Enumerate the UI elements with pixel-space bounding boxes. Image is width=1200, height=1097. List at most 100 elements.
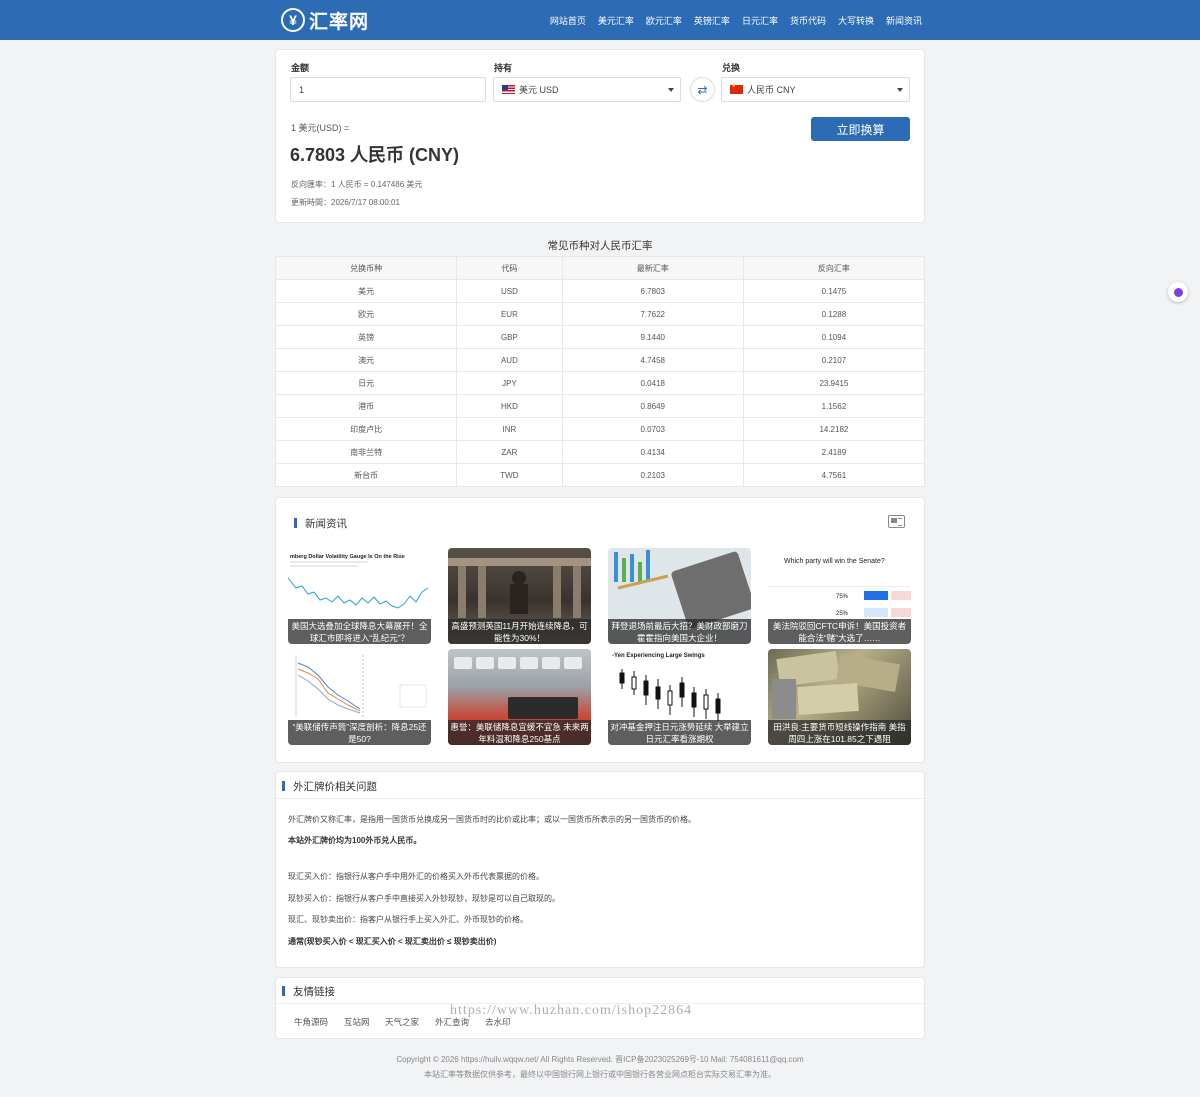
cell-currency: 英镑 bbox=[274, 325, 458, 349]
news-caption: 美国大选叠加全球降息大幕展开！全球汇市即将进入“乱纪元”？ bbox=[288, 619, 431, 644]
col-latest-rate: 最新汇率 bbox=[561, 256, 744, 280]
news-title: 新闻资讯 bbox=[305, 518, 347, 530]
cell-code: TWD bbox=[456, 463, 563, 487]
news-item[interactable]: -Yen Experiencing Large Swings 对冲基金押注日元涨… bbox=[608, 649, 751, 745]
cell-currency: 港币 bbox=[274, 394, 458, 418]
exchange-label: 兑换 bbox=[722, 63, 741, 73]
nav-usd-rate[interactable]: 美元汇率 bbox=[598, 14, 634, 27]
section-marker bbox=[294, 518, 297, 528]
table-row: 澳元 AUD 4.7458 0.2107 bbox=[274, 348, 926, 372]
table-header-row: 兑换币种 代码 最新汇率 反向汇率 bbox=[274, 256, 926, 280]
col-reverse-rate: 反向汇率 bbox=[742, 256, 926, 280]
table-row: 南非兰特 ZAR 0.4134 2.4189 bbox=[274, 440, 926, 464]
cell-code: ZAR bbox=[456, 440, 563, 464]
table-row: 日元 JPY 0.0418 23.9415 bbox=[274, 371, 926, 395]
cell-reverse: 23.9415 bbox=[742, 371, 926, 395]
cell-reverse: 1.1562 bbox=[742, 394, 926, 418]
cell-rate: 0.8649 bbox=[561, 394, 744, 418]
faq-line: 现汇买入价：指银行从客户手中用外汇的价格买入外币代表票据的价格。 bbox=[288, 872, 544, 881]
svg-text:25%: 25% bbox=[836, 611, 849, 617]
cell-code: EUR bbox=[456, 302, 563, 326]
nav-eur-rate[interactable]: 欧元汇率 bbox=[646, 14, 682, 27]
news-item[interactable]: 拜登退场前最后大招？美财政部磨刀霍霍指向美国大企业！ bbox=[608, 548, 751, 644]
faq-line: 通常(现钞买入价 < 现汇买入价 < 现汇卖出价 ≤ 现钞卖出价) bbox=[288, 937, 497, 946]
cell-rate: 6.7803 bbox=[561, 279, 744, 303]
table-row: 港币 HKD 0.8649 1.1562 bbox=[274, 394, 926, 418]
watermark-text: https://www.huzhan.com/ishop22864 bbox=[450, 1003, 693, 1018]
nav-currency-codes[interactable]: 货币代码 bbox=[790, 14, 826, 27]
cell-reverse: 0.2107 bbox=[742, 348, 926, 372]
caret-down-icon bbox=[897, 88, 903, 92]
convert-button[interactable]: 立即换算 bbox=[811, 117, 910, 141]
cell-reverse: 14.2182 bbox=[742, 417, 926, 441]
nav-gbp-rate[interactable]: 英镑汇率 bbox=[694, 14, 730, 27]
news-item[interactable]: 高盛预测英国11月开始连续降息，可能性为30%！ bbox=[448, 548, 591, 644]
cell-code: JPY bbox=[456, 371, 563, 395]
cell-code: GBP bbox=[456, 325, 563, 349]
rates-table: 兑换币种 代码 最新汇率 反向汇率 美元 USD 6.7803 0.1475 欧元 EU… bbox=[274, 256, 926, 487]
swap-icon[interactable]: ⇄ bbox=[690, 77, 715, 102]
cell-code: USD bbox=[456, 279, 563, 303]
floating-assistant-button[interactable] bbox=[1168, 282, 1188, 302]
thumb-caption-text: Which party will win the Senate? bbox=[784, 558, 885, 565]
news-caption: 美法院驳回CFTC申诉！美国投资者能合法“赌”大选了…… bbox=[768, 619, 911, 644]
table-row: 新台币 TWD 0.2103 4.7561 bbox=[274, 463, 926, 487]
top-navbar: ¥ 汇率网 网站首页 美元汇率 欧元汇率 英镑汇率 日元汇率 货币代码 大写转换… bbox=[0, 0, 1200, 40]
nav-home[interactable]: 网站首页 bbox=[550, 14, 586, 27]
news-item[interactable]: 田洪良:主要货币短线操作指南 美指周四上涨在101.85之下遇阻 bbox=[768, 649, 911, 745]
us-flag-icon bbox=[502, 85, 515, 94]
faq-title: 外汇牌价相关问题 bbox=[293, 781, 377, 793]
divider bbox=[276, 798, 924, 799]
cell-code: INR bbox=[456, 417, 563, 441]
faq-line: 现钞买入价：指银行从客户手中直接买入外钞现钞，现钞是可以自己取现的。 bbox=[288, 894, 560, 903]
cn-flag-icon bbox=[730, 82, 743, 94]
amount-input[interactable]: 1 bbox=[290, 77, 486, 102]
newspaper-icon[interactable] bbox=[888, 515, 905, 528]
cell-rate: 7.7622 bbox=[561, 302, 744, 326]
caret-down-icon bbox=[668, 88, 674, 92]
table-row: 美元 USD 6.7803 0.1475 bbox=[274, 279, 926, 303]
news-item[interactable]: 惠誉：美联储降息宜缓不宜急 未来两年料温和降息250基点 bbox=[448, 649, 591, 745]
news-caption: 对冲基金押注日元涨势延续 大举建立日元汇率看涨期权 bbox=[608, 720, 751, 745]
faq-line: 现汇、现钞卖出价：指客户从银行手上买入外汇、外币现钞的价格。 bbox=[288, 915, 528, 924]
news-item[interactable]: “美联储传声筒”深度剖析：降息25还是50? bbox=[288, 649, 431, 745]
news-item[interactable]: Which party will win the Senate? 75% 25%… bbox=[768, 548, 911, 644]
from-currency-value: 美元 USD bbox=[519, 85, 559, 95]
cell-rate: 0.0418 bbox=[561, 371, 744, 395]
cell-currency: 南非兰特 bbox=[274, 440, 458, 464]
thumb-caption-text: -Yen Experiencing Large Swings bbox=[612, 653, 705, 659]
nav-news[interactable]: 新闻资讯 bbox=[886, 14, 922, 27]
to-currency-value: 人民币 CNY bbox=[747, 85, 796, 95]
site-logo[interactable]: ¥ 汇率网 bbox=[281, 7, 369, 33]
result-value: 6.7803 人民币 (CNY) bbox=[290, 145, 460, 165]
nav-jpy-rate[interactable]: 日元汇率 bbox=[742, 14, 778, 27]
friend-link[interactable]: 互站网 bbox=[344, 1016, 370, 1028]
cell-currency: 日元 bbox=[274, 371, 458, 395]
friend-link[interactable]: 天气之家 bbox=[385, 1016, 419, 1028]
news-caption: 田洪良:主要货币短线操作指南 美指周四上涨在101.85之下遇阻 bbox=[768, 720, 911, 745]
table-row: 欧元 EUR 7.7622 0.1288 bbox=[274, 302, 926, 326]
to-currency-select[interactable]: 人民币 CNY bbox=[721, 77, 910, 102]
cell-rate: 0.2103 bbox=[561, 463, 744, 487]
col-currency: 兑换币种 bbox=[274, 256, 458, 280]
cell-currency: 美元 bbox=[274, 279, 458, 303]
footer-copyright: Copyright © 2026 https://huilv.wqqw.net/… bbox=[396, 1055, 804, 1064]
news-caption: “美联储传声筒”深度剖析：降息25还是50? bbox=[288, 720, 431, 745]
result-prefix: 1 美元(USD) = bbox=[291, 123, 350, 133]
section-marker bbox=[282, 781, 285, 791]
friend-link[interactable]: 牛角源码 bbox=[294, 1016, 328, 1028]
assistant-icon bbox=[1173, 287, 1183, 297]
rates-table-title: 常见币种对人民币汇率 bbox=[547, 240, 653, 252]
svg-text:75%: 75% bbox=[836, 594, 849, 600]
cell-currency: 澳元 bbox=[274, 348, 458, 372]
cell-currency: 新台币 bbox=[274, 463, 458, 487]
news-item[interactable]: mberg Dollar Volatility Gauge Is On the … bbox=[288, 548, 431, 644]
news-caption: 惠誉：美联储降息宜缓不宜急 未来两年料温和降息250基点 bbox=[448, 720, 591, 745]
cell-reverse: 0.1094 bbox=[742, 325, 926, 349]
from-currency-select[interactable]: 美元 USD bbox=[493, 77, 681, 102]
cell-currency: 欧元 bbox=[274, 302, 458, 326]
hold-label: 持有 bbox=[494, 63, 513, 73]
cell-rate: 4.7458 bbox=[561, 348, 744, 372]
nav-uppercase-convert[interactable]: 大写转换 bbox=[838, 14, 874, 27]
footer-disclaimer: 本站汇率等数据仅供参考，最终以中国银行网上银行或中国银行各营业网点柜台实际交易汇… bbox=[424, 1070, 776, 1079]
